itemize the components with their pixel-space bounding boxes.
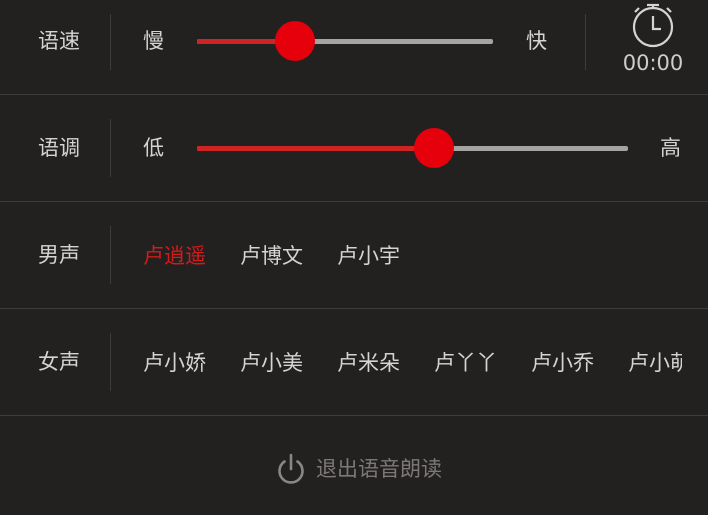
voice-reading-panel: 语速 慢 快 00:00 语调 低 高 男声 卢逍遥 卢博文 卢小宇 女声 卢小… (0, 0, 708, 515)
timer-button[interactable]: 00:00 (620, 2, 686, 74)
power-icon (278, 453, 304, 484)
speed-divider (110, 14, 111, 70)
voice-option[interactable]: 卢丫丫 (434, 348, 497, 378)
voice-option[interactable]: 卢小美 (240, 348, 303, 378)
timer-divider (585, 14, 586, 70)
speed-slider[interactable] (197, 21, 493, 61)
speed-min-label: 慢 (143, 29, 164, 53)
pitch-slider-fill (197, 146, 435, 151)
voice-option[interactable]: 卢小娇 (143, 348, 206, 378)
voice-option[interactable]: 卢米朵 (337, 348, 400, 378)
pitch-slider-thumb[interactable] (414, 128, 455, 168)
female-voice-row: 女声 卢小娇 卢小美 卢米朵 卢丫丫 卢小乔 卢小萌 (0, 309, 708, 416)
speed-label: 语速 (38, 29, 80, 53)
female-voice-list: 卢小娇 卢小美 卢米朵 卢丫丫 卢小乔 卢小萌 (0, 348, 682, 378)
stopwatch-icon (632, 3, 674, 48)
pitch-row: 语调 低 高 (0, 95, 708, 202)
male-voice-list: 卢逍遥 卢博文 卢小宇 (0, 241, 682, 271)
voice-option[interactable]: 卢小宇 (337, 241, 400, 271)
voice-option[interactable]: 卢博文 (240, 241, 303, 271)
exit-label: 退出语音朗读 (316, 456, 442, 481)
exit-content: 退出语音朗读 (276, 452, 442, 486)
timer-text: 00:00 (622, 51, 684, 75)
male-voice-row: 男声 卢逍遥 卢博文 卢小宇 (0, 202, 708, 309)
voice-option[interactable]: 卢小乔 (531, 348, 594, 378)
pitch-max-label: 高 (660, 136, 681, 160)
speed-slider-thumb[interactable] (274, 21, 315, 61)
speed-max-label: 快 (526, 29, 547, 53)
pitch-min-label: 低 (143, 136, 164, 160)
voice-option[interactable]: 卢小萌 (628, 348, 682, 378)
pitch-divider (110, 119, 111, 177)
speed-row: 语速 慢 快 00:00 (0, 0, 708, 95)
exit-voice-reading-button[interactable]: 退出语音朗读 (0, 416, 708, 515)
pitch-label: 语调 (38, 136, 80, 160)
pitch-slider[interactable] (197, 128, 628, 168)
voice-option[interactable]: 卢逍遥 (143, 241, 206, 271)
